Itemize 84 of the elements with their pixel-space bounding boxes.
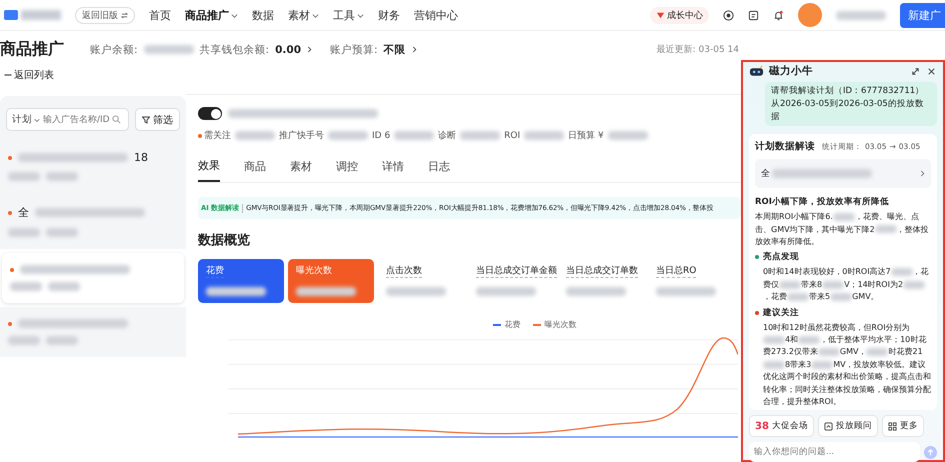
plan-meta-label: ROI xyxy=(504,130,520,140)
search-icon[interactable] xyxy=(112,115,121,124)
legend-item: 花费 xyxy=(492,319,520,330)
analysis-paragraph: 本周期ROI小幅下降6. ，花费、曝光、点击、GMV均下降，其中曝光下降2 ，整体投放效率有所降低。 xyxy=(755,211,930,248)
filter-button[interactable]: 筛选 xyxy=(135,108,180,131)
old-version-button[interactable]: 返回旧版 xyxy=(75,6,135,24)
metric-card[interactable]: 当日总RO xyxy=(648,259,734,303)
logo-drawing xyxy=(4,10,61,20)
section-title: 数据概览 xyxy=(198,232,251,249)
tab[interactable]: 素材 xyxy=(290,152,312,182)
bell-icon[interactable] xyxy=(773,10,784,20)
metric-card[interactable]: 花费 xyxy=(198,259,284,303)
toggle-switch[interactable] xyxy=(198,107,222,120)
nav-item[interactable]: 营销中心 xyxy=(414,8,458,22)
scope-dropdown[interactable]: 计划 xyxy=(12,113,40,126)
pennant-icon xyxy=(656,10,665,20)
suggestion-chip[interactable]: 38 大促会场 xyxy=(749,415,814,438)
suggestion-chip[interactable]: 更多 xyxy=(882,415,924,438)
plan-meta-label: ID 6 xyxy=(372,130,390,140)
page-title: 商品推广 xyxy=(0,39,64,60)
plan-meta-label: 推广快手号 xyxy=(279,130,324,142)
filter-icon xyxy=(142,116,150,124)
legend-item: 曝光次数 xyxy=(532,319,576,330)
budget-label: 账户预算: xyxy=(330,42,378,56)
chevron-right-icon xyxy=(920,170,925,178)
analysis-headline: ROI小幅下降，投放效率有所降低 xyxy=(755,196,890,208)
plan-meta-label: 日预算 ¥ xyxy=(568,130,604,142)
section-heading: 亮点发现 xyxy=(755,251,931,264)
caret-icon xyxy=(357,12,364,18)
redacted-text xyxy=(235,131,275,140)
tab[interactable]: 商品 xyxy=(244,152,266,182)
redacted-text xyxy=(836,10,886,20)
redacted-text xyxy=(394,131,434,140)
nav-item[interactable]: 财务 xyxy=(378,8,400,22)
note-icon[interactable] xyxy=(748,10,759,20)
square-chevron-icon xyxy=(824,422,833,431)
nav-item[interactable]: 工具 xyxy=(333,8,364,22)
metric-card[interactable]: 点击次数 xyxy=(378,259,464,303)
caret-icon xyxy=(312,12,319,18)
caret-icon xyxy=(34,116,40,122)
nav-item[interactable]: 首页 xyxy=(149,8,171,22)
plan-card[interactable]: 全 xyxy=(755,159,931,188)
wallet-value[interactable]: 0.00 xyxy=(275,44,302,56)
user-message: 请帮我解读计划（ID：6777832711）从2026-03-05到2026-03-05的投放数据 xyxy=(765,82,937,126)
suggestion-chip[interactable]: 投放顾问 xyxy=(818,415,878,438)
assistant-title: 磁力小牛 xyxy=(769,64,813,78)
budget-value[interactable]: 不限 xyxy=(384,42,406,56)
redacted-text xyxy=(524,131,564,140)
nav-item[interactable]: 商品推广 xyxy=(185,8,238,22)
redacted-text xyxy=(328,131,368,140)
close-icon[interactable] xyxy=(926,66,937,76)
section-heading: 建议关注 xyxy=(755,306,931,319)
redacted-text xyxy=(144,45,194,54)
last-updated: 最近更新: 03-05 14 xyxy=(656,44,739,56)
analysis-paragraph: 10时和12时虽然花费较高，但ROI分别为 4和 ，低于整体平均水平；10时花费273.2仅带来 GMV， 时花费21 8带来3 MV，投放效率较低。建议优化这两个时段的素材和出价策略，提高点击和转化率；同时关注整体投放策略，确保预算分配合理，提升整体ROI。 xyxy=(762,322,931,408)
card-title: 计划数据解读 xyxy=(755,140,815,154)
expand-icon[interactable] xyxy=(910,66,921,76)
tab[interactable]: 调控 xyxy=(336,152,358,182)
question-input[interactable]: 输入你想问的问题... xyxy=(749,442,920,462)
nav-item[interactable]: 数据 xyxy=(252,8,274,22)
swap-icon xyxy=(121,12,128,18)
chevron-right-icon[interactable] xyxy=(307,46,312,53)
tab[interactable]: 效果 xyxy=(198,152,220,182)
target-icon[interactable] xyxy=(723,10,734,20)
plan-list-item[interactable]: 全 xyxy=(0,193,186,249)
back-link[interactable]: 返回列表 xyxy=(0,66,58,96)
create-ad-button[interactable]: 新建广 xyxy=(900,2,945,28)
balance-label: 账户余额: xyxy=(90,42,138,56)
robot-icon xyxy=(749,65,764,77)
growth-center-button[interactable]: 成长中心 xyxy=(650,6,709,24)
plan-meta-label: 诊断 xyxy=(438,130,456,142)
analysis-paragraph: 0时和14时表现较好，0时ROI高达7 ，花费仅 带来8 V；14时ROI为2 ，花费 带来5 GMV。 xyxy=(762,266,930,304)
plan-list-item[interactable]: 18 xyxy=(0,139,186,193)
chevron-right-icon[interactable] xyxy=(412,46,417,53)
wallet-label: 共享钱包余额: xyxy=(200,42,270,56)
grid-icon xyxy=(888,422,897,431)
redacted-text xyxy=(608,131,648,140)
plan-meta-label: 需关注 xyxy=(198,129,231,142)
tab[interactable]: 日志 xyxy=(428,152,450,182)
nav-item[interactable]: 素材 xyxy=(288,8,319,22)
metric-card[interactable]: 当日总成交订单数 xyxy=(558,259,644,303)
redacted-text xyxy=(460,131,500,140)
tab[interactable]: 详情 xyxy=(382,152,404,182)
caret-icon xyxy=(231,12,238,18)
